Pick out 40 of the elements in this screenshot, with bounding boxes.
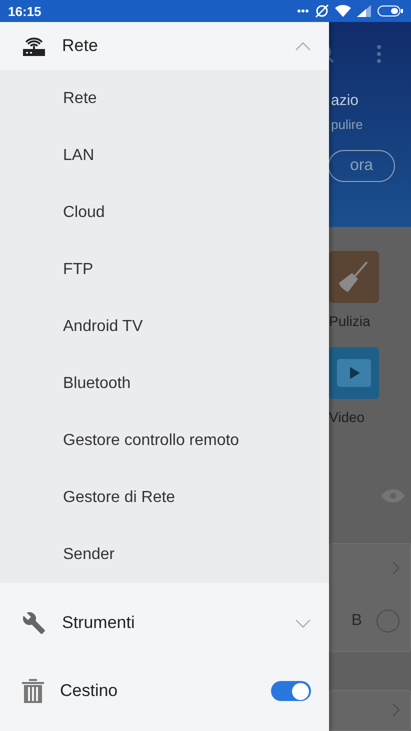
status-time: 16:15 (8, 4, 42, 18)
card-text: B (351, 612, 362, 630)
menu-item[interactable]: Cestino (0, 663, 329, 719)
video-icon (337, 359, 371, 388)
section-label: Strumenti (62, 613, 136, 633)
tile-label: Video (329, 409, 365, 426)
header-text: azio (330, 92, 359, 109)
collapse-icon[interactable] (295, 42, 311, 50)
router-icon (22, 36, 46, 56)
header-text: pulire (330, 117, 363, 132)
item-label: Cestino (60, 681, 119, 701)
submenu-item[interactable]: Rete (0, 70, 329, 127)
radio-icon[interactable] (376, 609, 400, 634)
wifi-icon (335, 5, 351, 17)
submenu-item[interactable]: Gestore di Rete (0, 469, 329, 526)
trash-icon (22, 679, 44, 703)
menu-section[interactable]: Rete (0, 22, 329, 70)
submenu-item[interactable]: Cloud (0, 184, 329, 241)
tile-icon[interactable] (329, 347, 379, 400)
chevron-right-icon[interactable] (392, 561, 400, 576)
submenu-item[interactable]: Bluetooth (0, 355, 329, 412)
submenu-item[interactable]: LAN (0, 127, 329, 184)
submenu-item[interactable]: Sender (0, 526, 329, 583)
wrench-icon (22, 611, 46, 635)
expand-icon[interactable] (295, 618, 311, 628)
submenu-item[interactable]: Android TV (0, 298, 329, 355)
alarm-off-icon (315, 4, 329, 18)
submenu-item[interactable]: FTP (0, 241, 329, 298)
header-button[interactable]: ora (329, 150, 395, 182)
tile-icon[interactable] (329, 251, 379, 304)
battery-icon (377, 5, 403, 17)
toggle-switch[interactable] (271, 681, 311, 701)
more-icon (377, 44, 381, 64)
section-label: Rete (62, 36, 99, 56)
signal-icon (357, 5, 371, 17)
menu-section[interactable]: Strumenti (0, 583, 329, 663)
submenu-item[interactable]: Gestore controllo remoto (0, 412, 329, 469)
chevron-right-icon[interactable] (392, 703, 400, 718)
tile-label: Pulizia (329, 313, 370, 330)
more-icon (297, 9, 309, 13)
